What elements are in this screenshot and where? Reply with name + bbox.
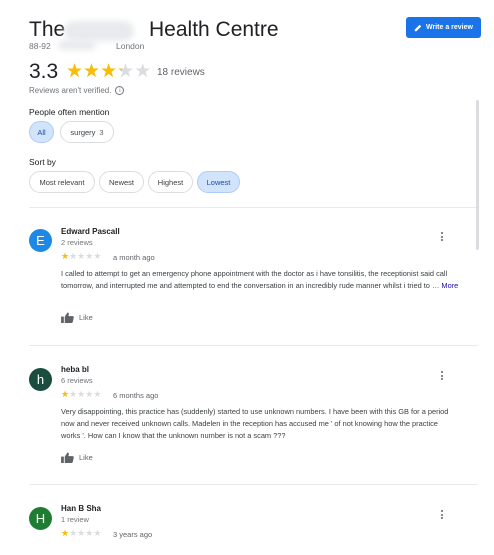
sort-label: Sort by [29, 157, 56, 167]
chip-label: All [37, 127, 46, 137]
review-date: 6 months ago [113, 391, 159, 400]
address-number: 88-92 [29, 41, 51, 51]
unverified-note: Reviews aren't verified. i [29, 86, 125, 95]
like-label: Like [79, 313, 93, 322]
star-icon: ★★ [85, 389, 94, 399]
review-date: 3 years ago [113, 530, 153, 539]
star-icon: ★★ [93, 528, 102, 538]
scrollbar[interactable] [476, 100, 479, 250]
redacted-address [58, 40, 96, 50]
review-text: I called to attempt to get an emergency … [61, 268, 459, 292]
thumbs-up-icon [61, 452, 74, 463]
thumbs-up-icon [61, 312, 74, 323]
reviewer-meta: 1 review [61, 515, 89, 524]
pencil-icon [414, 24, 422, 31]
star-icon: ★★ [77, 389, 86, 399]
redacted-name [64, 21, 134, 41]
reviewer-avatar[interactable]: E [29, 229, 52, 252]
star-icon: ★★ [85, 528, 94, 538]
review-text-body: Very disappointing, this practice has (s… [61, 407, 449, 440]
star-icon: ★★ [61, 389, 70, 399]
star-icon: ★★ [61, 251, 70, 261]
star-icon: ★★ [69, 528, 78, 538]
divider [29, 207, 478, 208]
star-icon: ★★ [93, 389, 102, 399]
more-options-icon[interactable] [440, 232, 444, 241]
star-icon: ★★ [77, 251, 86, 261]
average-rating: 3.3 [29, 60, 59, 83]
star-icon: ★★ [77, 528, 86, 538]
sort-highest[interactable]: Highest [148, 171, 193, 193]
mentions-label: People often mention [29, 107, 110, 117]
more-options-icon[interactable] [440, 510, 444, 519]
like-button[interactable]: Like [61, 452, 93, 463]
star-icon: ★★ [83, 61, 101, 82]
divider [29, 484, 478, 485]
reviewer-meta: 6 reviews [61, 376, 93, 385]
star-icon: ★★ [61, 528, 70, 538]
sort-newest[interactable]: Newest [99, 171, 144, 193]
like-label: Like [79, 453, 93, 462]
review-stars: ★★★★★★★★★★ [61, 252, 101, 261]
reviewer-name[interactable]: Edward Pascall [61, 227, 120, 236]
unverified-text: Reviews aren't verified. [29, 86, 112, 95]
review-count[interactable]: 18 reviews [157, 67, 205, 78]
avatar-initial: h [36, 372, 45, 387]
place-title-start: The [29, 18, 66, 41]
rating-stars: ★★★★★★★★★★ [66, 62, 151, 81]
review-stars: ★★★★★★★★★★ [61, 390, 101, 399]
chip-label: Newest [108, 177, 134, 187]
review-date: a month ago [113, 253, 155, 262]
star-icon: ★★ [93, 251, 102, 261]
reviewer-name[interactable]: Han B Sha [61, 504, 101, 513]
sort-most-relevant[interactable]: Most relevant [29, 171, 95, 193]
more-options-icon[interactable] [440, 371, 444, 380]
reviewer-avatar[interactable]: H [29, 507, 52, 530]
reviewer-meta: 2 reviews [61, 238, 93, 247]
like-button[interactable]: Like [61, 312, 93, 323]
avatar-initial: H [35, 511, 46, 526]
more-link[interactable]: More [441, 281, 458, 290]
chip-label: Highest [157, 177, 184, 187]
chip-label: Lowest [206, 177, 231, 187]
review-stars: ★★★★★★★★★★ [61, 529, 101, 538]
star-icon: ★★ [100, 61, 118, 82]
sort-lowest[interactable]: Lowest [197, 171, 240, 193]
avatar-initial: E [36, 233, 45, 248]
mention-chip-all[interactable]: All [29, 121, 54, 143]
place-title-end: Health Centre [149, 18, 279, 41]
chip-label: Most relevant [39, 177, 85, 187]
mention-chip-surgery[interactable]: surgery 3 [60, 121, 114, 143]
write-review-label: Write a review [426, 24, 473, 31]
star-icon: ★★ [134, 61, 152, 82]
address-city: London [116, 41, 145, 51]
star-icon: ★★ [117, 61, 135, 82]
review-text: Very disappointing, this practice has (s… [61, 406, 459, 442]
reviewer-avatar[interactable]: h [29, 368, 52, 391]
star-icon: ★★ [69, 389, 78, 399]
star-icon: ★★ [85, 251, 94, 261]
chip-count: 3 [99, 127, 104, 137]
star-icon: ★★ [66, 61, 84, 82]
divider [29, 345, 478, 346]
chip-label: surgery [70, 127, 96, 137]
star-icon: ★★ [69, 251, 78, 261]
reviewer-name[interactable]: heba bl [61, 365, 89, 374]
review-text-body: I called to attempt to get an emergency … [61, 269, 448, 290]
info-icon[interactable]: i [115, 86, 125, 95]
write-review-button[interactable]: Write a review [406, 17, 481, 38]
